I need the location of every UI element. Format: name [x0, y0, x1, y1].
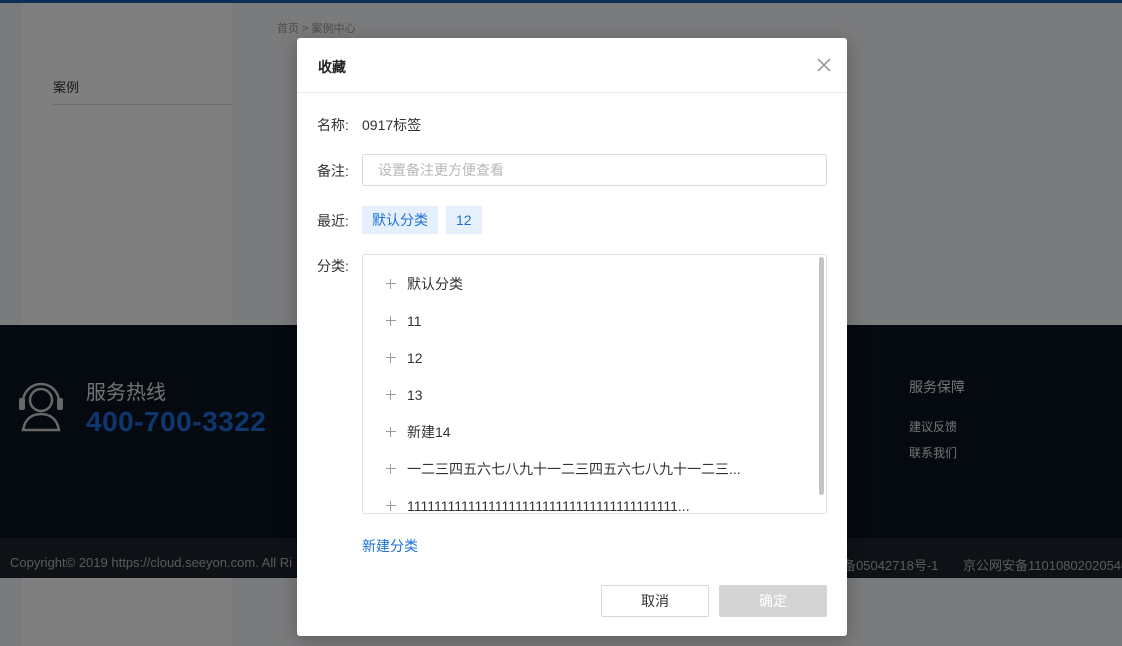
tree-item-label: 新建14: [407, 424, 451, 440]
close-icon[interactable]: [816, 57, 832, 73]
tree-item[interactable]: 11: [385, 311, 422, 331]
expand-plus-icon[interactable]: [385, 278, 397, 290]
tree-item[interactable]: 1111111111111111111111111111111111111111…: [385, 496, 690, 514]
dialog-header: 收藏: [297, 38, 847, 93]
tree-item-label: 1111111111111111111111111111111111111111…: [407, 498, 690, 514]
category-label: 分类:: [317, 258, 349, 274]
recent-tag-default[interactable]: 默认分类: [362, 206, 438, 234]
tree-item-label: 13: [407, 387, 423, 403]
tree-item[interactable]: 默认分类: [385, 274, 463, 294]
expand-plus-icon[interactable]: [385, 500, 397, 512]
expand-plus-icon[interactable]: [385, 352, 397, 364]
expand-plus-icon[interactable]: [385, 389, 397, 401]
new-category-link[interactable]: 新建分类: [362, 536, 418, 556]
tree-item-label: 默认分类: [407, 276, 463, 292]
name-label: 名称:: [317, 117, 349, 133]
tree-item[interactable]: 一二三四五六七八九十一二三四五六七八九十一二三...: [385, 459, 741, 479]
tree-item-label: 一二三四五六七八九十一二三四五六七八九十一二三...: [407, 461, 741, 477]
tree-item[interactable]: 12: [385, 348, 423, 368]
cancel-button[interactable]: 取消: [601, 585, 709, 617]
tree-scrollbar[interactable]: [819, 257, 824, 495]
tree-item[interactable]: 13: [385, 385, 423, 405]
note-input[interactable]: [362, 154, 827, 186]
recent-label: 最近:: [317, 213, 349, 229]
recent-tag-12[interactable]: 12: [446, 206, 482, 234]
category-tree[interactable]: 默认分类 11 12 13 新建14 一二三四五六七八九十一二三四五六七八九十一…: [362, 254, 827, 514]
dialog-title: 收藏: [318, 59, 346, 75]
name-value: 0917标签: [362, 117, 422, 133]
tree-item-label: 11: [407, 313, 422, 329]
expand-plus-icon[interactable]: [385, 426, 397, 438]
expand-plus-icon[interactable]: [385, 463, 397, 475]
tree-item[interactable]: 新建14: [385, 422, 451, 442]
tree-item-label: 12: [407, 350, 423, 366]
expand-plus-icon[interactable]: [385, 315, 397, 327]
confirm-button[interactable]: 确定: [719, 585, 827, 617]
note-label: 备注:: [317, 163, 349, 179]
favorite-dialog: 收藏 名称: 0917标签 备注: 最近: 默认分类 12 分类: 默认分类 1…: [297, 38, 847, 636]
